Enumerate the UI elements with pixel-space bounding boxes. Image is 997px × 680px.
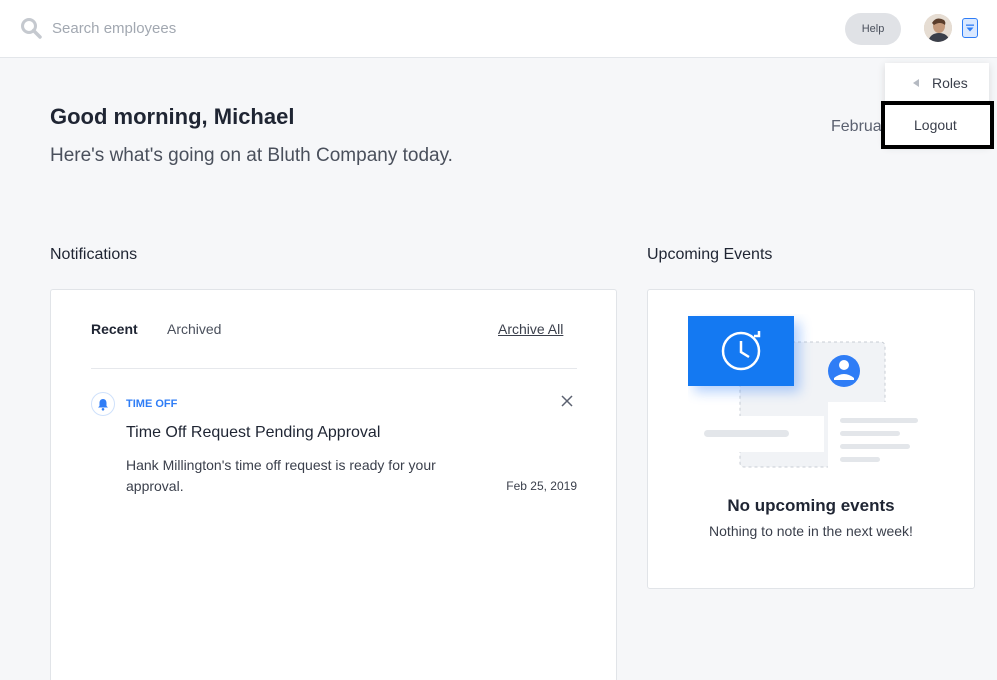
user-menu-toggle[interactable] [962,18,978,38]
tab-recent[interactable]: Recent [91,321,138,337]
events-card: No upcoming events Nothing to note in th… [647,289,975,589]
top-bar: Help [0,0,997,58]
menu-item-label: Roles [932,75,968,91]
calendar-illustration [688,316,936,482]
divider [91,368,577,369]
notification-item: TIME OFF Time Off Request Pending Approv… [91,390,577,500]
user-dropdown-menu: Roles Logout [881,63,994,149]
bell-icon [91,392,115,416]
notification-body: Hank Millington's time off request is re… [126,457,436,494]
archive-all-link[interactable]: Archive All [498,321,563,337]
events-title: Upcoming Events [647,246,773,263]
notification-category: TIME OFF [126,398,178,410]
tab-archived[interactable]: Archived [167,321,221,337]
menu-item-label: Logout [914,117,957,133]
notifications-card: Recent Archived Archive All TIME OFF Tim… [50,289,617,680]
menu-item-logout[interactable]: Logout [881,101,994,149]
notification-title[interactable]: Time Off Request Pending Approval [126,424,380,442]
menu-item-roles[interactable]: Roles [885,63,989,103]
avatar[interactable] [924,14,952,42]
date-text: Februa [831,118,881,135]
help-button[interactable]: Help [845,13,901,45]
search-input[interactable] [52,14,452,42]
no-events-subtitle: Nothing to note in the next week! [709,523,913,539]
no-events-title: No upcoming events [727,496,895,515]
notification-date: Feb 25, 2019 [506,479,577,493]
notifications-title: Notifications [50,246,138,263]
search-icon [21,18,42,39]
page-subtitle: Here's what's going on at Bluth Company … [50,145,453,166]
close-icon[interactable] [560,394,574,408]
chevron-down-icon [966,24,974,32]
caret-left-icon [913,79,919,87]
avatar-photo [924,14,952,42]
page-title: Good morning, Michael [50,104,295,129]
